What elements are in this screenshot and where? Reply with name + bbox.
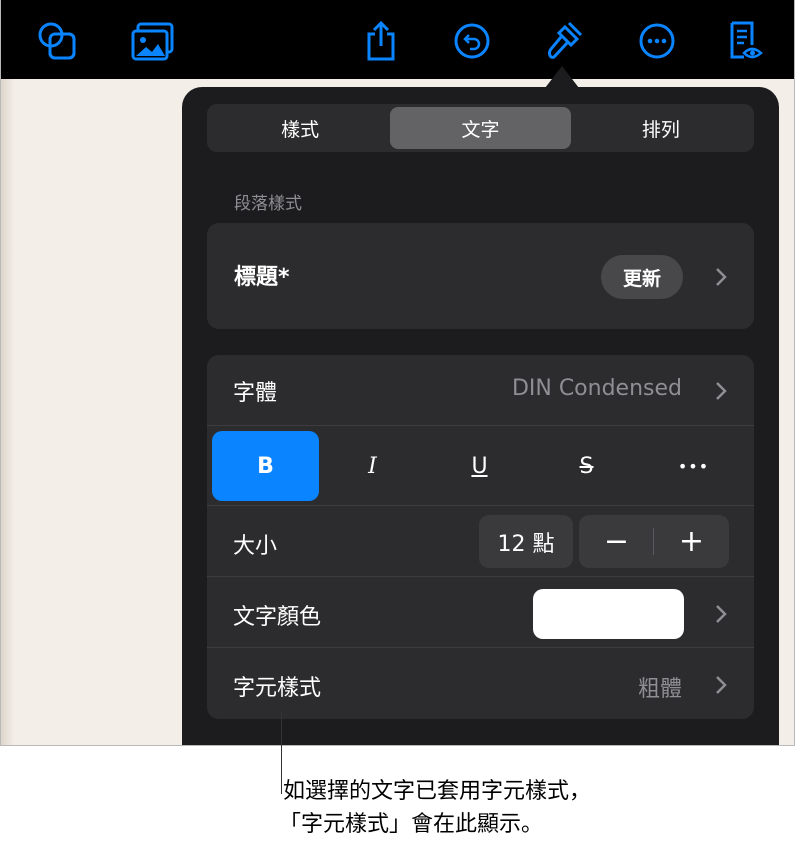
size-label: 大小 — [233, 534, 278, 559]
undo-icon[interactable] — [449, 18, 495, 64]
font-label: 字體 — [233, 381, 278, 406]
toolbar — [1, 0, 794, 79]
font-size-stepper: − + — [579, 515, 729, 568]
more-format-options-button[interactable]: ••• — [640, 431, 747, 501]
more-icon[interactable] — [634, 18, 680, 64]
strikethrough-button[interactable]: S — [533, 431, 640, 501]
chevron-right-icon — [716, 268, 727, 286]
underline-button[interactable]: U — [426, 431, 533, 501]
chevron-right-icon[interactable] — [715, 381, 727, 401]
page-edge — [1, 79, 15, 745]
separator — [207, 647, 754, 648]
paragraph-style-row[interactable]: 標題* 更新 — [207, 223, 754, 329]
font-size-value[interactable]: 12 點 — [479, 515, 573, 568]
media-icon[interactable] — [130, 18, 176, 64]
separator — [207, 505, 754, 506]
format-tabs: 樣式 文字 排列 — [207, 104, 754, 152]
paragraph-style-name: 標題* — [234, 265, 290, 290]
text-color-label: 文字顏色 — [233, 605, 322, 630]
separator — [207, 425, 754, 426]
shapes-icon[interactable] — [34, 18, 80, 64]
update-style-button[interactable]: 更新 — [601, 255, 683, 299]
character-style-value[interactable]: 粗體 — [638, 671, 682, 703]
ipad-screen: 樣式 文字 排列 段落樣式 標題* 更新 字體 DIN Condensed B … — [0, 0, 795, 746]
reading-view-icon[interactable] — [721, 18, 767, 64]
separator — [207, 576, 754, 577]
italic-button[interactable]: I — [319, 431, 426, 501]
decrease-size-button[interactable]: − — [579, 515, 654, 568]
callout-line-1: 如選擇的文字已套用字元樣式， — [283, 779, 592, 804]
character-style-label: 字元樣式 — [233, 676, 322, 701]
increase-size-button[interactable]: + — [654, 515, 729, 568]
chevron-right-icon[interactable] — [715, 604, 727, 624]
share-icon[interactable] — [358, 18, 404, 64]
tab-arrange[interactable]: 排列 — [571, 107, 751, 149]
callout-line-2: 「字元樣式」會在此顯示。 — [279, 812, 544, 837]
callout-line — [281, 712, 282, 794]
format-popover: 樣式 文字 排列 段落樣式 標題* 更新 字體 DIN Condensed B … — [182, 87, 779, 745]
font-settings-card: 字體 DIN Condensed B I U S ••• 大小 12 點 − +… — [207, 355, 754, 719]
text-color-swatch[interactable] — [533, 589, 684, 639]
callout-annotation: 如選擇的文字已套用字元樣式， 「字元樣式」會在此顯示。 — [279, 775, 592, 841]
tab-style[interactable]: 樣式 — [210, 107, 390, 149]
chevron-right-icon[interactable] — [715, 675, 727, 695]
tab-text[interactable]: 文字 — [390, 107, 571, 149]
paragraph-style-header: 段落樣式 — [234, 194, 302, 214]
format-paintbrush-icon[interactable] — [541, 18, 587, 64]
popover-arrow — [545, 66, 579, 88]
font-value[interactable]: DIN Condensed — [512, 376, 682, 401]
bold-button[interactable]: B — [212, 431, 319, 501]
